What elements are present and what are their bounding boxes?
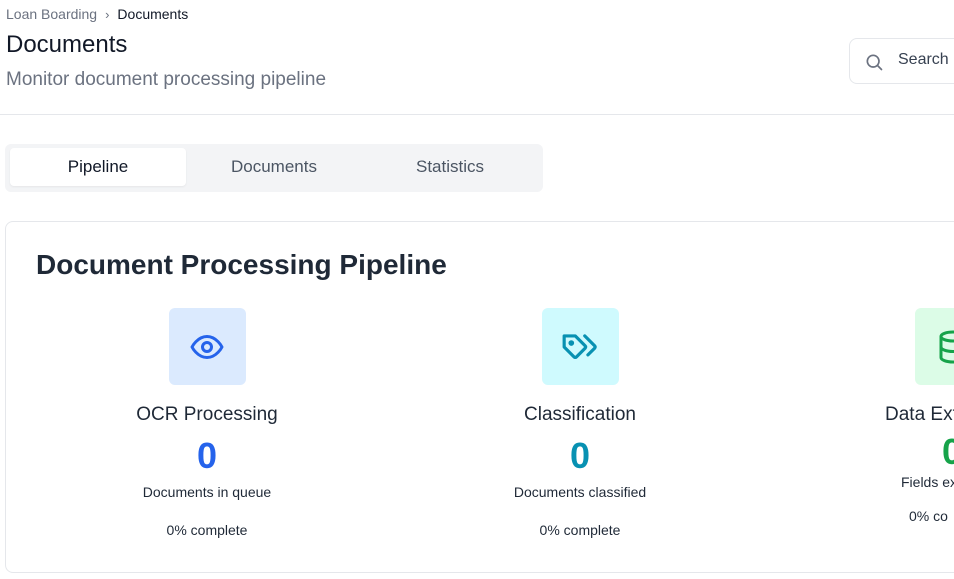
stage-progress: 0% complete (539, 522, 621, 538)
stage-description: Documents classified (513, 484, 647, 500)
search-icon (866, 54, 883, 71)
tab-statistics[interactable]: Statistics (362, 148, 538, 186)
tab-list: Pipeline Documents Statistics (5, 144, 543, 192)
stage-count: 0 (942, 431, 954, 472)
stage-description: Fields ex (901, 474, 954, 490)
stage-classification: Classification 0 Documents classified 0%… (460, 308, 700, 538)
tags-icon (562, 333, 597, 359)
stage-name: Classification (524, 404, 636, 425)
documents-page: Loan Boarding › Documents Documents Moni… (0, 0, 954, 579)
breadcrumb-separator-icon: › (105, 6, 110, 22)
stage-name: Data Ext (885, 404, 954, 425)
tab-documents[interactable]: Documents (186, 148, 362, 186)
stage-ocr-processing: OCR Processing 0 Documents in queue 0% c… (87, 308, 327, 538)
tab-pipeline[interactable]: Pipeline (10, 148, 186, 186)
breadcrumb: Loan Boarding › Documents (6, 6, 188, 22)
stage-progress: 0% complete (166, 522, 248, 538)
stage-count: 0 (196, 435, 218, 476)
stage-description: Documents in queue (142, 484, 272, 500)
database-icon (939, 330, 954, 363)
stage-icon-box (541, 308, 619, 385)
stage-count: 0 (569, 435, 591, 476)
stage-data-extraction: Data Ext 0 Fields ex 0% co (833, 308, 954, 524)
stage-name: OCR Processing (136, 404, 278, 425)
header-divider (0, 114, 954, 115)
search-box[interactable] (849, 38, 954, 84)
stage-icon-box (914, 308, 954, 385)
page-subtitle: Monitor document processing pipeline (6, 69, 327, 90)
breadcrumb-current: Documents (117, 6, 189, 22)
stage-progress: 0% co (909, 508, 948, 524)
pipeline-title: Document Processing Pipeline (36, 249, 447, 280)
stage-icon-box (168, 308, 246, 385)
breadcrumb-loan-boarding[interactable]: Loan Boarding (6, 6, 97, 22)
pipeline-card: Document Processing Pipeline OCR Process… (5, 221, 954, 573)
eye-icon (190, 334, 224, 359)
search-input[interactable] (898, 51, 954, 69)
page-title: Documents (6, 31, 128, 58)
